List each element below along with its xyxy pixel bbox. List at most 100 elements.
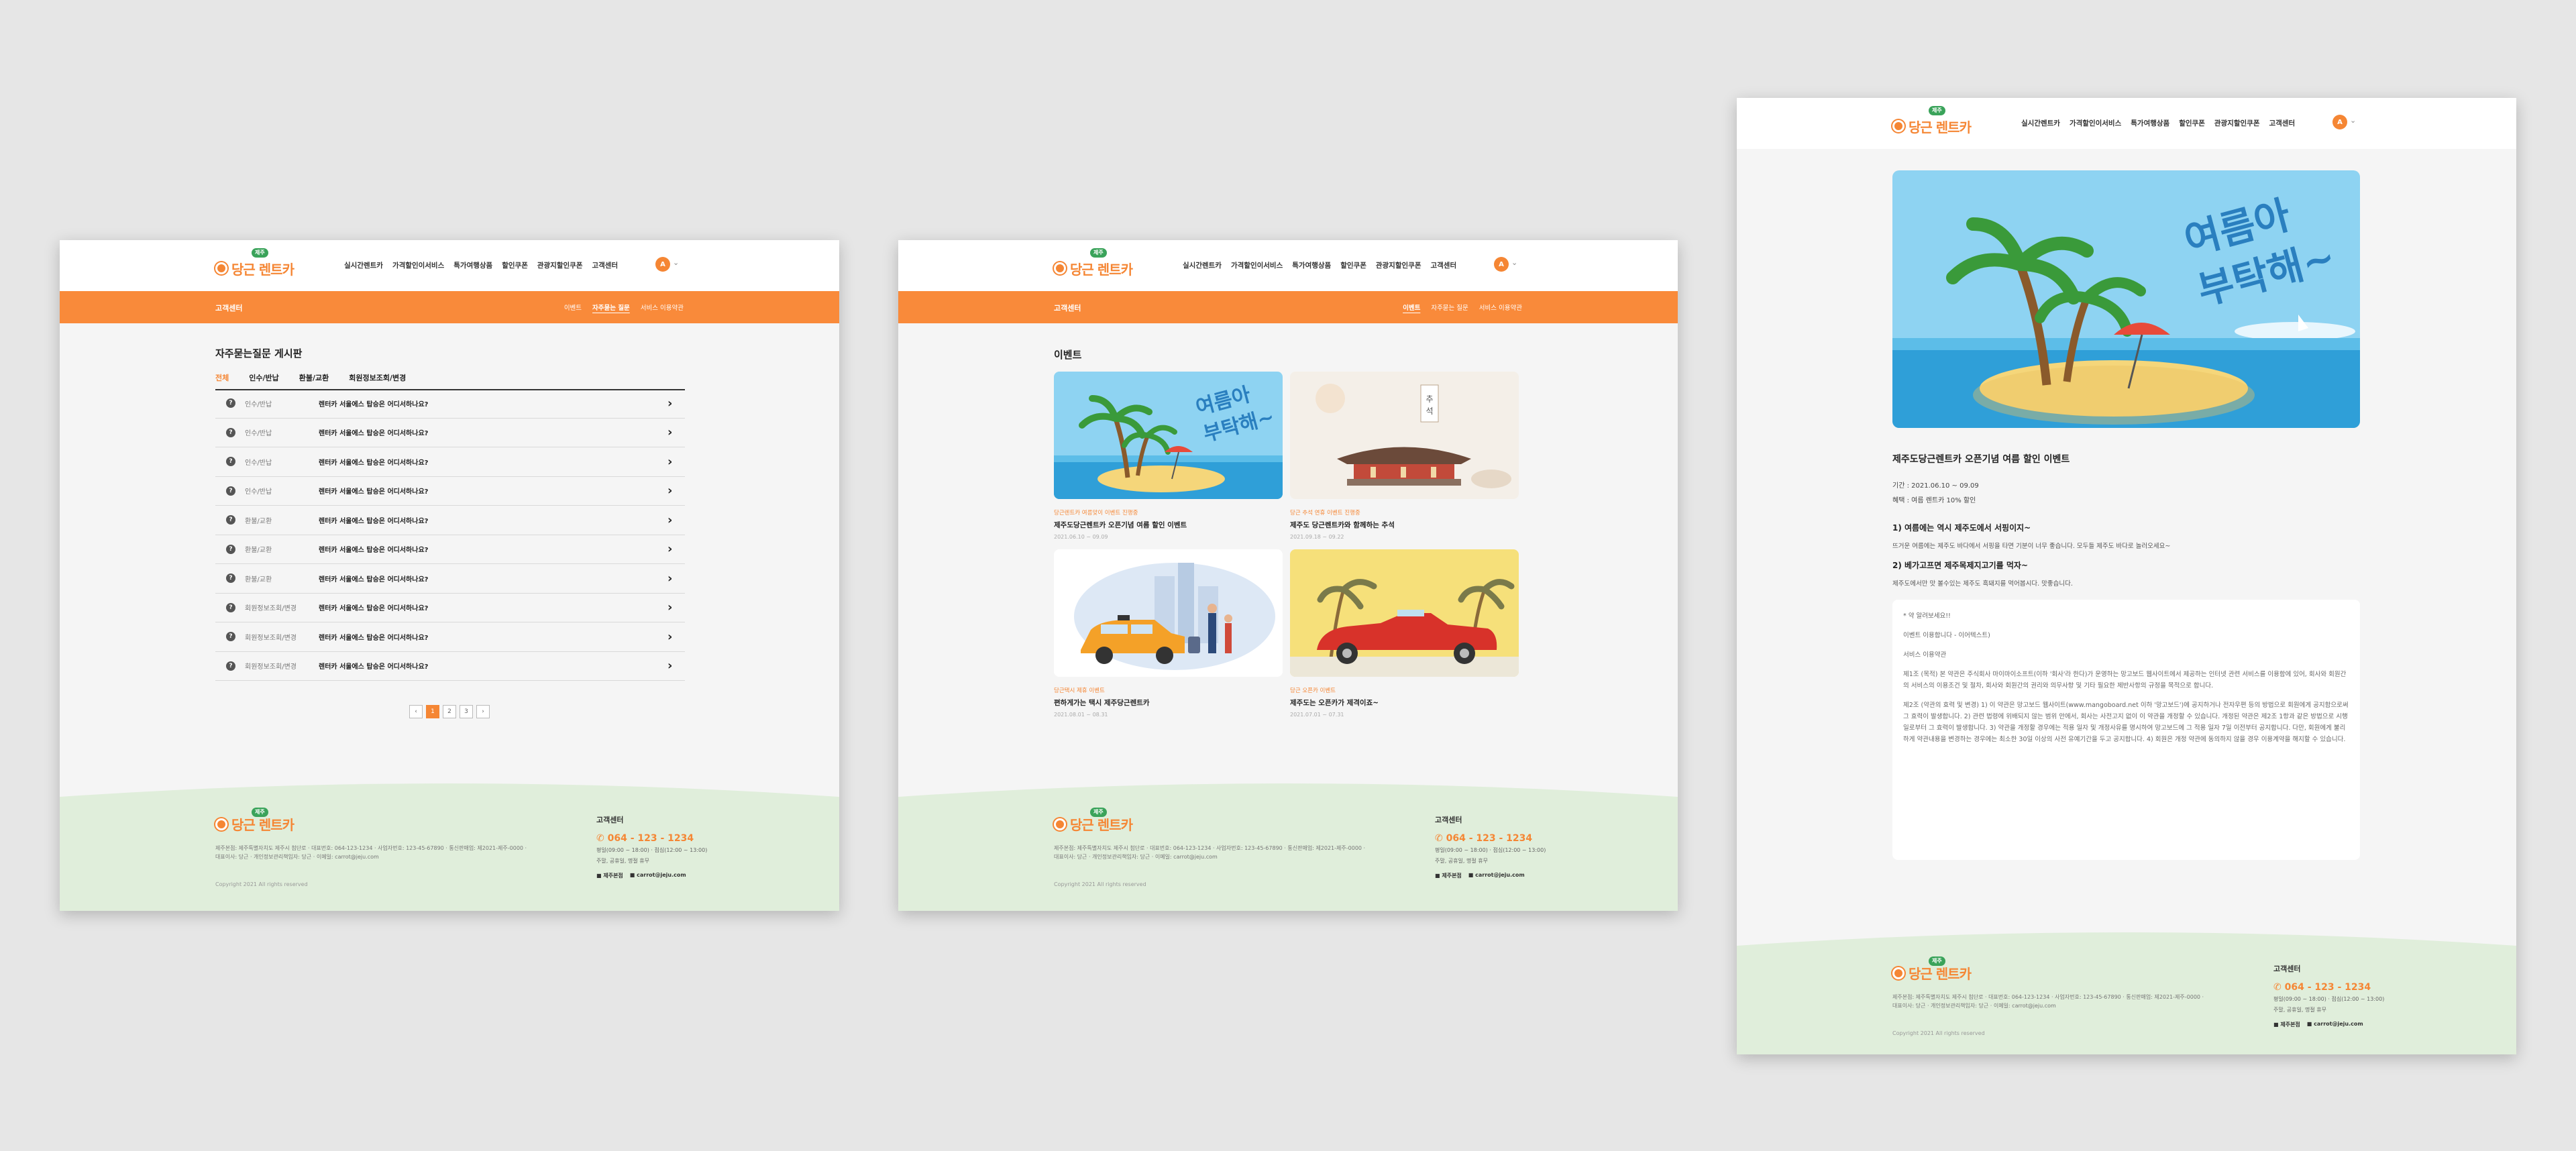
footer-link[interactable]: ■ carrot@jeju.com	[1468, 872, 1525, 879]
footer-link[interactable]: ■ 제주본점	[1435, 872, 1462, 879]
footer-customer-center: 고객센터 ✆ 064 - 123 - 1234 평일(09:00 ~ 18:00…	[1435, 814, 1546, 879]
chevron-down-icon[interactable]: ⌄	[1511, 258, 1517, 267]
faq-row[interactable]: ? 인수/반납 렌터카 서울에스 탑승은 어디서하나요? ›	[215, 477, 685, 506]
event-detail-page-mockup: 제주 당근 렌트카 실시간렌트카 가격할인이서비스 특가여행상품 할인쿠폰 관광…	[1737, 98, 2516, 1054]
user-avatar[interactable]: A	[2332, 115, 2347, 129]
faq-row[interactable]: ? 회원정보조회/변경 렌터카 서울에스 탑승은 어디서하나요? ›	[215, 594, 685, 622]
tab-category[interactable]: 인수/반납	[249, 372, 279, 383]
cs-phone[interactable]: ✆ 064 - 123 - 1234	[2273, 982, 2384, 993]
nav-item[interactable]: 특가여행상품	[1292, 260, 1331, 270]
cs-label: 고객센터	[2273, 965, 2301, 973]
site-logo[interactable]: 제주 당근 렌트카	[215, 248, 294, 282]
site-logo[interactable]: 제주 당근 렌트카	[1892, 106, 1972, 140]
faq-row[interactable]: ? 회원정보조회/변경 렌터카 서울에스 탑승은 어디서하나요? ›	[215, 652, 685, 681]
footer-logo[interactable]: 제주 당근 렌트카	[215, 808, 294, 834]
nav-item[interactable]: 실시간렌트카	[1183, 260, 1222, 270]
next-page-button[interactable]: ›	[476, 705, 490, 718]
footer-wave	[1737, 932, 2516, 973]
tab-faq[interactable]: 자주묻는 질문	[1431, 303, 1468, 312]
chevron-down-icon[interactable]: ⌄	[673, 258, 679, 267]
tab-event[interactable]: 이벤트	[1403, 303, 1420, 312]
nav-item[interactable]: 관광지할인쿠폰	[1376, 260, 1421, 270]
terms-box[interactable]: * 약 알려보세요!! 이벤트 이용합니다 - 이어텍스트) 서비스 이용약관 …	[1892, 600, 2360, 860]
faq-row[interactable]: ? 인수/반납 렌터카 서울에스 탑승은 어디서하나요? ›	[215, 389, 685, 419]
event-category: 당근 오픈카 이벤트	[1290, 688, 1336, 694]
cs-hours-2: 주말, 공휴일, 명절 휴무	[1435, 858, 1488, 864]
nav-item[interactable]: 특가여행상품	[453, 260, 492, 270]
footer-link[interactable]: ■ 제주본점	[596, 872, 623, 879]
faq-question: 렌터카 서울에스 탑승은 어디서하나요?	[319, 547, 429, 555]
nav-item[interactable]: 고객센터	[1430, 260, 1456, 270]
nav-item[interactable]: 할인쿠폰	[1340, 260, 1366, 270]
question-icon: ?	[226, 602, 235, 612]
event-date: 2021.07.01 ~ 07.31	[1290, 712, 1344, 718]
section-text: 제주도에서만 맛 볼수있는 제주도 흑돼지를 먹어봅시다. 맛좋습니다.	[1892, 580, 2073, 588]
logo-badge: 제주	[1090, 248, 1107, 258]
subnav-tabs: 이벤트 자주묻는 질문 서비스 이용약관	[564, 303, 684, 312]
event-category: 당근렌트카 여름맞이 이벤트 진행중	[1054, 510, 1138, 516]
site-logo[interactable]: 제주 당근 렌트카	[1054, 248, 1133, 282]
chevron-right-icon: ›	[667, 600, 673, 615]
logo-text: 당근 렌트카	[1070, 817, 1133, 833]
event-card[interactable]: 추 석 당근 추석 연휴 이벤트 진행중 제주도 당근렌트카와 함께하는 추석 …	[1290, 372, 1519, 542]
footer-wave	[60, 783, 839, 824]
user-avatar[interactable]: A	[1494, 257, 1509, 272]
footer-link-label: 제주본점	[603, 873, 623, 879]
event-card[interactable]: 당근택시 제휴 이벤트 편하게가는 택시 제주당근렌트카 2021.08.01 …	[1054, 549, 1283, 720]
nav-item[interactable]: 고객센터	[592, 260, 618, 270]
footer-link[interactable]: ■ 제주본점	[2273, 1021, 2300, 1028]
footer-company-info: 제주본점: 제주특별자치도 제주시 첨단로 · 대표번호: 064-123-12…	[1054, 845, 1366, 860]
nav-item[interactable]: 할인쿠폰	[502, 260, 528, 270]
tab-event[interactable]: 이벤트	[564, 303, 582, 312]
event-grid: 여름아 부탁해~ 당근렌트카 여름맞이 이벤트 진행중 제주도당근렌트카 오픈기…	[1054, 372, 1519, 720]
tab-category[interactable]: 회원정보조회/변경	[349, 372, 406, 383]
faq-question: 렌터카 서울에스 탑승은 어디서하나요?	[319, 576, 429, 584]
tab-category[interactable]: 환불/교환	[299, 372, 329, 383]
cs-phone[interactable]: ✆ 064 - 123 - 1234	[1435, 833, 1546, 844]
faq-row[interactable]: ? 회원정보조회/변경 렌터카 서울에스 탑승은 어디서하나요? ›	[215, 622, 685, 652]
user-avatar[interactable]: A	[655, 257, 670, 272]
main-nav: 실시간렌트카 가격할인이서비스 특가여행상품 할인쿠폰 관광지할인쿠폰 고객센터	[344, 260, 618, 270]
prev-page-button[interactable]: ‹	[409, 705, 423, 718]
page-button[interactable]: 1	[426, 705, 439, 718]
page-button[interactable]: 2	[443, 705, 456, 718]
footer-link[interactable]: ■ carrot@jeju.com	[630, 872, 686, 879]
nav-item[interactable]: 가격할인이서비스	[1231, 260, 1283, 270]
cs-hours: 평일(09:00 ~ 18:00) · 점심(12:00 ~ 13:00)	[596, 847, 708, 853]
faq-row[interactable]: ? 인수/반납 렌터카 서울에스 탑승은 어디서하나요? ›	[215, 447, 685, 477]
footer-link[interactable]: ■ carrot@jeju.com	[2307, 1021, 2363, 1028]
faq-row[interactable]: ? 인수/반납 렌터카 서울에스 탑승은 어디서하나요? ›	[215, 419, 685, 447]
chevron-down-icon[interactable]: ⌄	[2350, 116, 2356, 125]
nav-item[interactable]: 실시간렌트카	[2021, 118, 2060, 128]
subnav-tabs: 이벤트 자주묻는 질문 서비스 이용약관	[1403, 303, 1522, 312]
nav-item[interactable]: 특가여행상품	[2131, 118, 2169, 128]
nav-item[interactable]: 관광지할인쿠폰	[537, 260, 583, 270]
nav-item[interactable]: 고객센터	[2269, 118, 2295, 128]
faq-list: ? 인수/반납 렌터카 서울에스 탑승은 어디서하나요? ›? 인수/반납 렌터카 서울에…	[215, 389, 685, 681]
map-pin-icon: ■	[596, 873, 604, 879]
nav-item[interactable]: 가격할인이서비스	[2070, 118, 2121, 128]
faq-row[interactable]: ? 환불/교환 렌터카 서울에스 탑승은 어디서하나요? ›	[215, 535, 685, 564]
faq-row[interactable]: ? 환불/교환 렌터카 서울에스 탑승은 어디서하나요? ›	[215, 506, 685, 535]
footer-logo[interactable]: 제주 당근 렌트카	[1054, 808, 1133, 834]
tab-terms[interactable]: 서비스 이용약관	[641, 303, 684, 312]
site-header: 제주 당근 렌트카 실시간렌트카 가격할인이서비스 특가여행상품 할인쿠폰 관광…	[898, 240, 1678, 291]
footer-logo[interactable]: 제주 당근 렌트카	[1892, 956, 1972, 983]
tab-category[interactable]: 전체	[215, 372, 229, 383]
event-card[interactable]: 여름아 부탁해~ 당근렌트카 여름맞이 이벤트 진행중 제주도당근렌트카 오픈기…	[1054, 372, 1283, 542]
nav-item[interactable]: 가격할인이서비스	[392, 260, 444, 270]
tab-faq[interactable]: 자주묻는 질문	[592, 303, 630, 312]
mail-icon: ■	[1468, 872, 1476, 878]
nav-item[interactable]: 할인쿠폰	[2179, 118, 2205, 128]
nav-item[interactable]: 관광지할인쿠폰	[2214, 118, 2260, 128]
logo-badge: 제주	[252, 248, 268, 258]
cs-phone-number: 064 - 123 - 1234	[2284, 982, 2371, 993]
site-footer: 제주 당근 렌트카 제주본점: 제주특별자치도 제주시 첨단로 · 대표번호: …	[60, 783, 839, 911]
nav-item[interactable]: 실시간렌트카	[344, 260, 383, 270]
tab-terms[interactable]: 서비스 이용약관	[1479, 303, 1522, 312]
site-footer: 제주 당근 렌트카 제주본점: 제주특별자치도 제주시 첨단로 · 대표번호: …	[1737, 932, 2516, 1054]
event-card[interactable]: 당근 오픈카 이벤트 제주도는 오픈카가 제격이죠~ 2021.07.01 ~ …	[1290, 549, 1519, 720]
page-button[interactable]: 3	[460, 705, 473, 718]
faq-row[interactable]: ? 환불/교환 렌터카 서울에스 탑승은 어디서하나요? ›	[215, 564, 685, 594]
cs-phone[interactable]: ✆ 064 - 123 - 1234	[596, 833, 707, 844]
